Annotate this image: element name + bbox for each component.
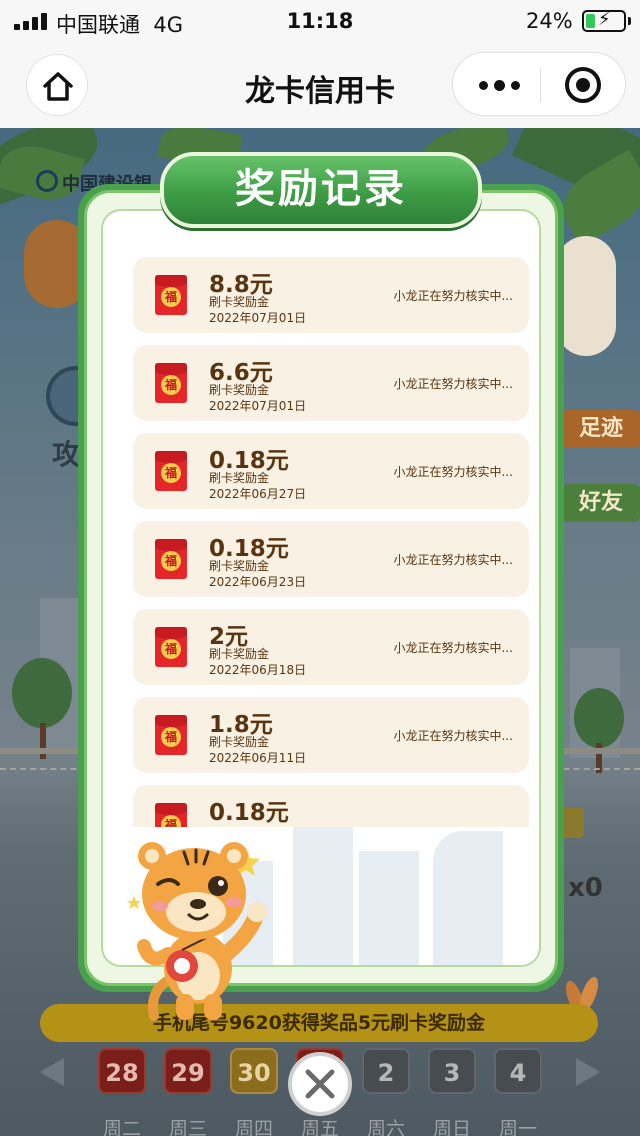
calendar-day[interactable]: 3 xyxy=(428,1048,476,1094)
reward-status: 小龙正在努力核实中... xyxy=(393,289,513,303)
mini-program-capsule xyxy=(452,52,626,116)
target-close-icon[interactable] xyxy=(565,67,601,103)
reward-record: 福 0.18元 xyxy=(133,785,529,827)
calendar-day[interactable]: 4 xyxy=(494,1048,542,1094)
weekday-label: 周四 xyxy=(234,1118,273,1136)
calendar-next-arrow[interactable] xyxy=(576,1058,600,1086)
reward-type: 刷卡奖励金 xyxy=(209,735,270,749)
calendar-day[interactable]: 30 xyxy=(230,1048,278,1094)
reward-type: 刷卡奖励金 xyxy=(209,647,270,661)
red-envelope-icon: 福 xyxy=(155,803,187,827)
weekday-label: 周一 xyxy=(498,1118,537,1136)
reward-record: 福 1.8元 刷卡奖励金 2022年06月11日 小龙正在努力核实中... xyxy=(133,697,529,773)
more-dots-icon[interactable] xyxy=(475,69,525,99)
reward-record: 福 2元 刷卡奖励金 2022年06月18日 小龙正在努力核实中... xyxy=(133,609,529,685)
red-envelope-icon: 福 xyxy=(155,275,187,315)
reward-amount: 0.18元 xyxy=(209,800,289,826)
reward-date: 2022年06月18日 xyxy=(209,663,307,677)
reward-date: 2022年06月23日 xyxy=(209,575,307,589)
close-x-icon xyxy=(305,1069,335,1099)
tiger-mascot-icon xyxy=(127,842,267,1021)
calendar-day[interactable]: 29 xyxy=(164,1048,212,1094)
red-envelope-icon: 福 xyxy=(155,539,187,579)
reward-record: 福 0.18元 刷卡奖励金 2022年06月23日 小龙正在努力核实中... xyxy=(133,521,529,597)
weekday-label: 周六 xyxy=(366,1118,405,1136)
calendar-day[interactable]: 28 xyxy=(98,1048,146,1094)
reward-status: 小龙正在努力核实中... xyxy=(393,465,513,479)
red-envelope-icon: 福 xyxy=(155,451,187,491)
reward-type: 刷卡奖励金 xyxy=(209,295,270,309)
weekday-label: 周五 xyxy=(300,1118,339,1136)
weekday-label: 周日 xyxy=(432,1118,471,1136)
friends-button[interactable]: 好友 xyxy=(562,484,640,522)
reward-status: 小龙正在努力核实中... xyxy=(393,729,513,743)
weekday-label: 周三 xyxy=(168,1118,207,1136)
reward-status: 小龙正在努力核实中... xyxy=(393,553,513,567)
battery-percent: 24% xyxy=(526,9,573,33)
reward-date: 2022年07月01日 xyxy=(209,399,307,413)
reward-record: 福 0.18元 刷卡奖励金 2022年06月27日 小龙正在努力核实中... xyxy=(133,433,529,509)
item-count: x0 xyxy=(568,873,603,903)
footprint-button[interactable]: 足迹 xyxy=(562,410,640,448)
red-envelope-icon: 福 xyxy=(155,627,187,667)
calendar-prev-arrow[interactable] xyxy=(40,1058,64,1086)
reward-date: 2022年06月11日 xyxy=(209,751,307,765)
reward-type: 刷卡奖励金 xyxy=(209,383,270,397)
reward-type: 刷卡奖励金 xyxy=(209,559,270,573)
weekday-label: 周二 xyxy=(102,1118,141,1136)
reward-date: 2022年06月27日 xyxy=(209,487,307,501)
reward-status: 小龙正在努力核实中... xyxy=(393,641,513,655)
mini-program-nav-bar: 龙卡信用卡 xyxy=(0,44,640,128)
reward-type: 刷卡奖励金 xyxy=(209,471,270,485)
status-bar: 中国联通 4G 11:18 24% ⚡ xyxy=(0,0,640,44)
calendar-day[interactable]: 2 xyxy=(362,1048,410,1094)
reward-date: 2022年07月01日 xyxy=(209,311,307,325)
modal-title: 奖励记录 xyxy=(160,152,482,228)
red-envelope-icon: 福 xyxy=(155,715,187,755)
battery-icon: ⚡ xyxy=(582,9,626,32)
red-envelope-icon: 福 xyxy=(155,363,187,403)
reward-list[interactable]: 福 8.8元 刷卡奖励金 2022年07月01日 小龙正在努力核实中... 福 … xyxy=(133,257,529,827)
side-label: 攻 xyxy=(52,438,81,471)
close-modal-button[interactable] xyxy=(288,1052,352,1116)
reward-record: 福 8.8元 刷卡奖励金 2022年07月01日 小龙正在努力核实中... xyxy=(133,257,529,333)
reward-status: 小龙正在努力核实中... xyxy=(393,377,513,391)
reward-record: 福 6.6元 刷卡奖励金 2022年07月01日 小龙正在努力核实中... xyxy=(133,345,529,421)
